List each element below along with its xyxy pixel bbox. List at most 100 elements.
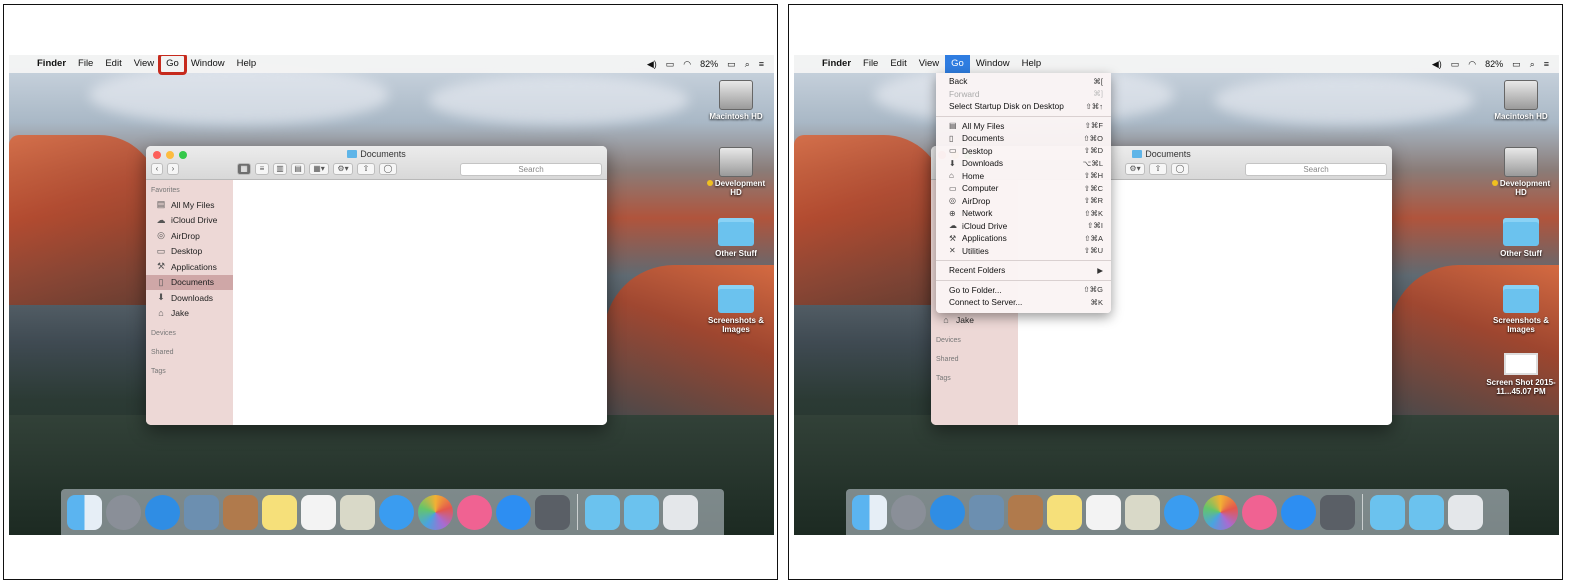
itunes-dock-icon[interactable] xyxy=(1242,494,1277,530)
notes-dock-icon[interactable] xyxy=(262,494,297,530)
safari-dock-icon[interactable] xyxy=(1281,494,1316,530)
photos-dock-icon[interactable] xyxy=(1203,494,1238,530)
airplay-icon[interactable]: ▭ xyxy=(1451,59,1460,70)
menu-file[interactable]: File xyxy=(857,55,884,73)
cover-flow-button[interactable]: ▤ xyxy=(291,163,305,175)
back-button[interactable]: ‹ xyxy=(151,163,163,175)
menu-finder[interactable]: Finder xyxy=(816,55,857,73)
contacts-dock-icon[interactable] xyxy=(223,494,258,530)
spotlight-icon[interactable]: ⌕ xyxy=(1530,59,1535,70)
mail-dock-icon[interactable] xyxy=(184,494,219,530)
preview-dock-icon[interactable] xyxy=(340,494,375,530)
finder-dock-icon[interactable] xyxy=(67,494,102,530)
sidebar-item-downloads[interactable]: ⬇ Downloads xyxy=(146,290,233,306)
share-icon[interactable]: ⇧ xyxy=(1149,163,1167,175)
menu-finder[interactable]: Finder xyxy=(31,55,72,73)
sidebar-item-documents[interactable]: ▯ Documents xyxy=(146,274,233,290)
action-gear-icon[interactable]: ⚙▾ xyxy=(1125,163,1145,175)
launchpad-dock-icon[interactable] xyxy=(891,494,926,530)
notes-dock-icon[interactable] xyxy=(1047,494,1082,530)
contacts-dock-icon[interactable] xyxy=(1008,494,1043,530)
notification-center-icon[interactable]: ≡ xyxy=(759,59,764,69)
wifi-icon[interactable]: ◠ xyxy=(1468,59,1476,70)
notification-center-icon[interactable]: ≡ xyxy=(1544,59,1549,69)
desktop-icon-screenshots[interactable]: Screenshots & Images xyxy=(701,285,771,334)
desktop-icon-other-stuff[interactable]: Other Stuff xyxy=(1486,218,1556,258)
sidebar-item-all-my-files[interactable]: ▤ All My Files xyxy=(146,197,233,213)
menu-item-recent-folders[interactable]: Recent Folders ▶ xyxy=(936,264,1111,277)
app-store-dock-icon[interactable] xyxy=(145,494,180,530)
desktop-icon-development-hd[interactable]: Development HD xyxy=(1486,147,1556,197)
menu-edit[interactable]: Edit xyxy=(99,55,127,73)
menu-item-computer[interactable]: ▭ Computer ⇧⌘C xyxy=(936,182,1111,195)
list-view-button[interactable]: ≡ xyxy=(255,163,269,175)
desktop-icon-macintosh-hd[interactable]: Macintosh HD xyxy=(701,80,771,121)
menu-item-icloud-drive[interactable]: ☁ iCloud Drive ⇧⌘I xyxy=(936,220,1111,233)
menu-go[interactable]: Go xyxy=(158,55,187,75)
menu-item-all-my-files[interactable]: ▤ All My Files ⇧⌘F xyxy=(936,120,1111,133)
desktop-icon-macintosh-hd[interactable]: Macintosh HD xyxy=(1486,80,1556,121)
desktop-icon-screenshots[interactable]: Screenshots & Images xyxy=(1486,285,1556,334)
desktop-icon-development-hd[interactable]: Development HD xyxy=(701,147,771,197)
menu-item-back[interactable]: Back ⌘[ xyxy=(936,75,1111,88)
battery-icon[interactable]: ▭ xyxy=(727,59,736,70)
menu-window[interactable]: Window xyxy=(970,55,1016,73)
applications-folder-dock-icon[interactable] xyxy=(585,494,620,530)
menu-help[interactable]: Help xyxy=(231,55,263,73)
menu-item-home[interactable]: ⌂ Home ⇧⌘H xyxy=(936,170,1111,183)
messages-dock-icon[interactable] xyxy=(379,494,414,530)
menu-file[interactable]: File xyxy=(72,55,99,73)
menu-go[interactable]: Go xyxy=(945,55,970,73)
spotlight-icon[interactable]: ⌕ xyxy=(745,59,750,70)
menu-item-select-startup-disk[interactable]: Select Startup Disk on Desktop ⇧⌘↑ xyxy=(936,100,1111,113)
desktop-icon-other-stuff[interactable]: Other Stuff xyxy=(701,218,771,258)
sidebar-item-airdrop[interactable]: ◎ AirDrop xyxy=(146,228,233,244)
wifi-icon[interactable]: ◠ xyxy=(683,59,691,70)
menu-item-connect-to-server[interactable]: Connect to Server... ⌘K xyxy=(936,296,1111,309)
menu-item-documents[interactable]: ▯ Documents ⇧⌘O xyxy=(936,132,1111,145)
downloads-folder-dock-icon[interactable] xyxy=(624,494,659,530)
safari-dock-icon[interactable] xyxy=(496,494,531,530)
battery-percentage[interactable]: 82% xyxy=(1485,59,1503,69)
sidebar-item-jake[interactable]: ⌂ Jake xyxy=(931,312,1018,328)
icon-view-button[interactable]: ▦ xyxy=(237,163,251,175)
finder-dock-icon[interactable] xyxy=(852,494,887,530)
airplay-icon[interactable]: ▭ xyxy=(666,59,675,70)
menu-item-airdrop[interactable]: ◎ AirDrop ⇧⌘R xyxy=(936,195,1111,208)
search-input[interactable]: Search xyxy=(1245,162,1387,176)
sidebar-item-icloud-drive[interactable]: ☁ iCloud Drive xyxy=(146,213,233,229)
photos-dock-icon[interactable] xyxy=(418,494,453,530)
trash-dock-icon[interactable] xyxy=(663,494,698,530)
menu-item-downloads[interactable]: ⬇ Downloads ⌥⌘L xyxy=(936,157,1111,170)
search-input[interactable]: Search xyxy=(460,162,602,176)
desktop-icon-screen-shot[interactable]: Screen Shot 2015-11...45.07 PM xyxy=(1482,353,1559,396)
tag-icon[interactable]: ◯ xyxy=(379,163,397,175)
arrange-button[interactable]: ▦▾ xyxy=(309,163,329,175)
action-gear-icon[interactable]: ⚙▾ xyxy=(333,163,353,175)
applications-folder-dock-icon[interactable] xyxy=(1370,494,1405,530)
share-icon[interactable]: ⇧ xyxy=(357,163,375,175)
app-store-dock-icon[interactable] xyxy=(930,494,965,530)
preview-dock-icon[interactable] xyxy=(1125,494,1160,530)
messages-dock-icon[interactable] xyxy=(1164,494,1199,530)
sidebar-item-applications[interactable]: ⚒ Applications xyxy=(146,259,233,275)
menu-view[interactable]: View xyxy=(128,55,160,73)
menu-window[interactable]: Window xyxy=(185,55,231,73)
forward-button[interactable]: › xyxy=(167,163,179,175)
system-preferences-dock-icon[interactable] xyxy=(535,494,570,530)
finder-content-area[interactable] xyxy=(233,180,607,425)
mail-dock-icon[interactable] xyxy=(969,494,1004,530)
sidebar-item-desktop[interactable]: ▭ Desktop xyxy=(146,244,233,260)
menu-item-desktop[interactable]: ▭ Desktop ⇧⌘D xyxy=(936,145,1111,158)
downloads-folder-dock-icon[interactable] xyxy=(1409,494,1444,530)
sidebar-item-jake[interactable]: ⌂ Jake xyxy=(146,306,233,322)
volume-icon[interactable]: ◀︎) xyxy=(647,59,657,70)
volume-icon[interactable]: ◀︎) xyxy=(1432,59,1442,70)
menu-edit[interactable]: Edit xyxy=(884,55,912,73)
menu-help[interactable]: Help xyxy=(1016,55,1048,73)
menu-view[interactable]: View xyxy=(913,55,945,73)
menu-item-go-to-folder[interactable]: Go to Folder... ⇧⌘G xyxy=(936,284,1111,297)
trash-dock-icon[interactable] xyxy=(1448,494,1483,530)
itunes-dock-icon[interactable] xyxy=(457,494,492,530)
reminders-dock-icon[interactable] xyxy=(301,494,336,530)
